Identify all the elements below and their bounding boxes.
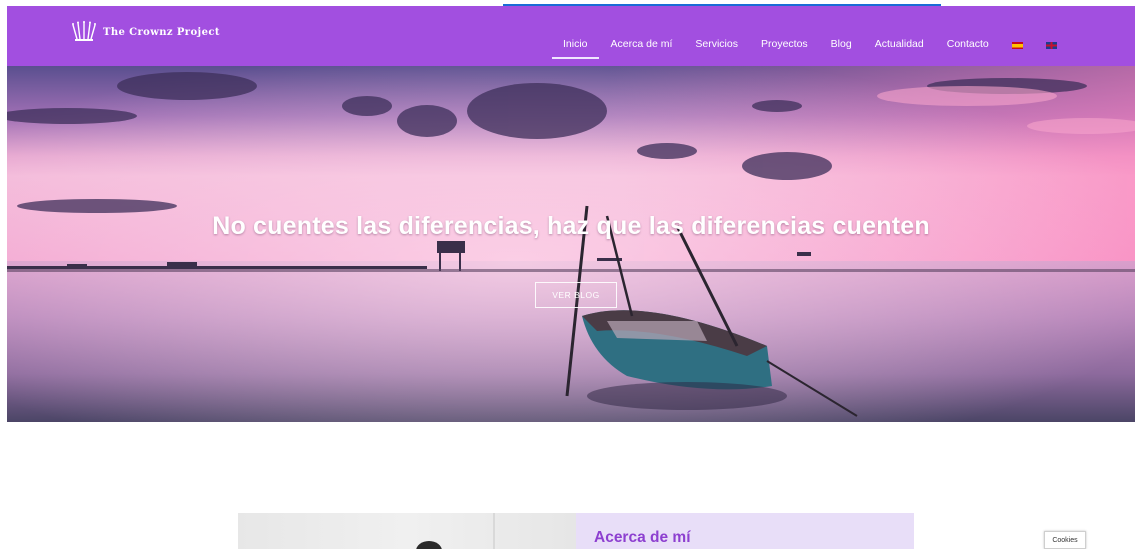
cookies-button[interactable]: Cookies (1044, 531, 1086, 549)
about-photo (238, 513, 576, 549)
nav-item-contacto[interactable]: Contacto (947, 36, 989, 52)
nav-item-proyectos[interactable]: Proyectos (761, 36, 808, 52)
hero-title: No cuentes las diferencias, haz que las … (212, 212, 930, 240)
view-blog-button[interactable]: VER BLOG (535, 282, 617, 308)
about-panel: Acerca de mí (576, 513, 914, 549)
spain-flag-icon[interactable] (1011, 42, 1023, 49)
nav-item-acerca[interactable]: Acerca de mí (611, 36, 673, 52)
photo-wall-line (493, 513, 495, 549)
hero-image (7, 66, 1135, 422)
person-silhouette (416, 541, 442, 549)
hero-banner: No cuentes las diferencias, haz que las … (7, 66, 1135, 422)
nav-item-actualidad[interactable]: Actualidad (875, 36, 924, 52)
main-nav: Inicio Acerca de mí Servicios Proyectos … (545, 36, 1057, 59)
site-header: The Crownz Project Inicio Acerca de mí S… (7, 6, 1135, 66)
logo[interactable]: The Crownz Project (71, 21, 220, 43)
uk-flag-icon[interactable] (1045, 42, 1057, 49)
crown-icon (72, 21, 96, 41)
brand-name: The Crownz Project (103, 26, 220, 38)
nav-item-blog[interactable]: Blog (831, 36, 852, 52)
about-title: Acerca de mí (594, 529, 691, 546)
nav-item-inicio[interactable]: Inicio (552, 36, 598, 59)
nav-item-servicios[interactable]: Servicios (695, 36, 738, 52)
